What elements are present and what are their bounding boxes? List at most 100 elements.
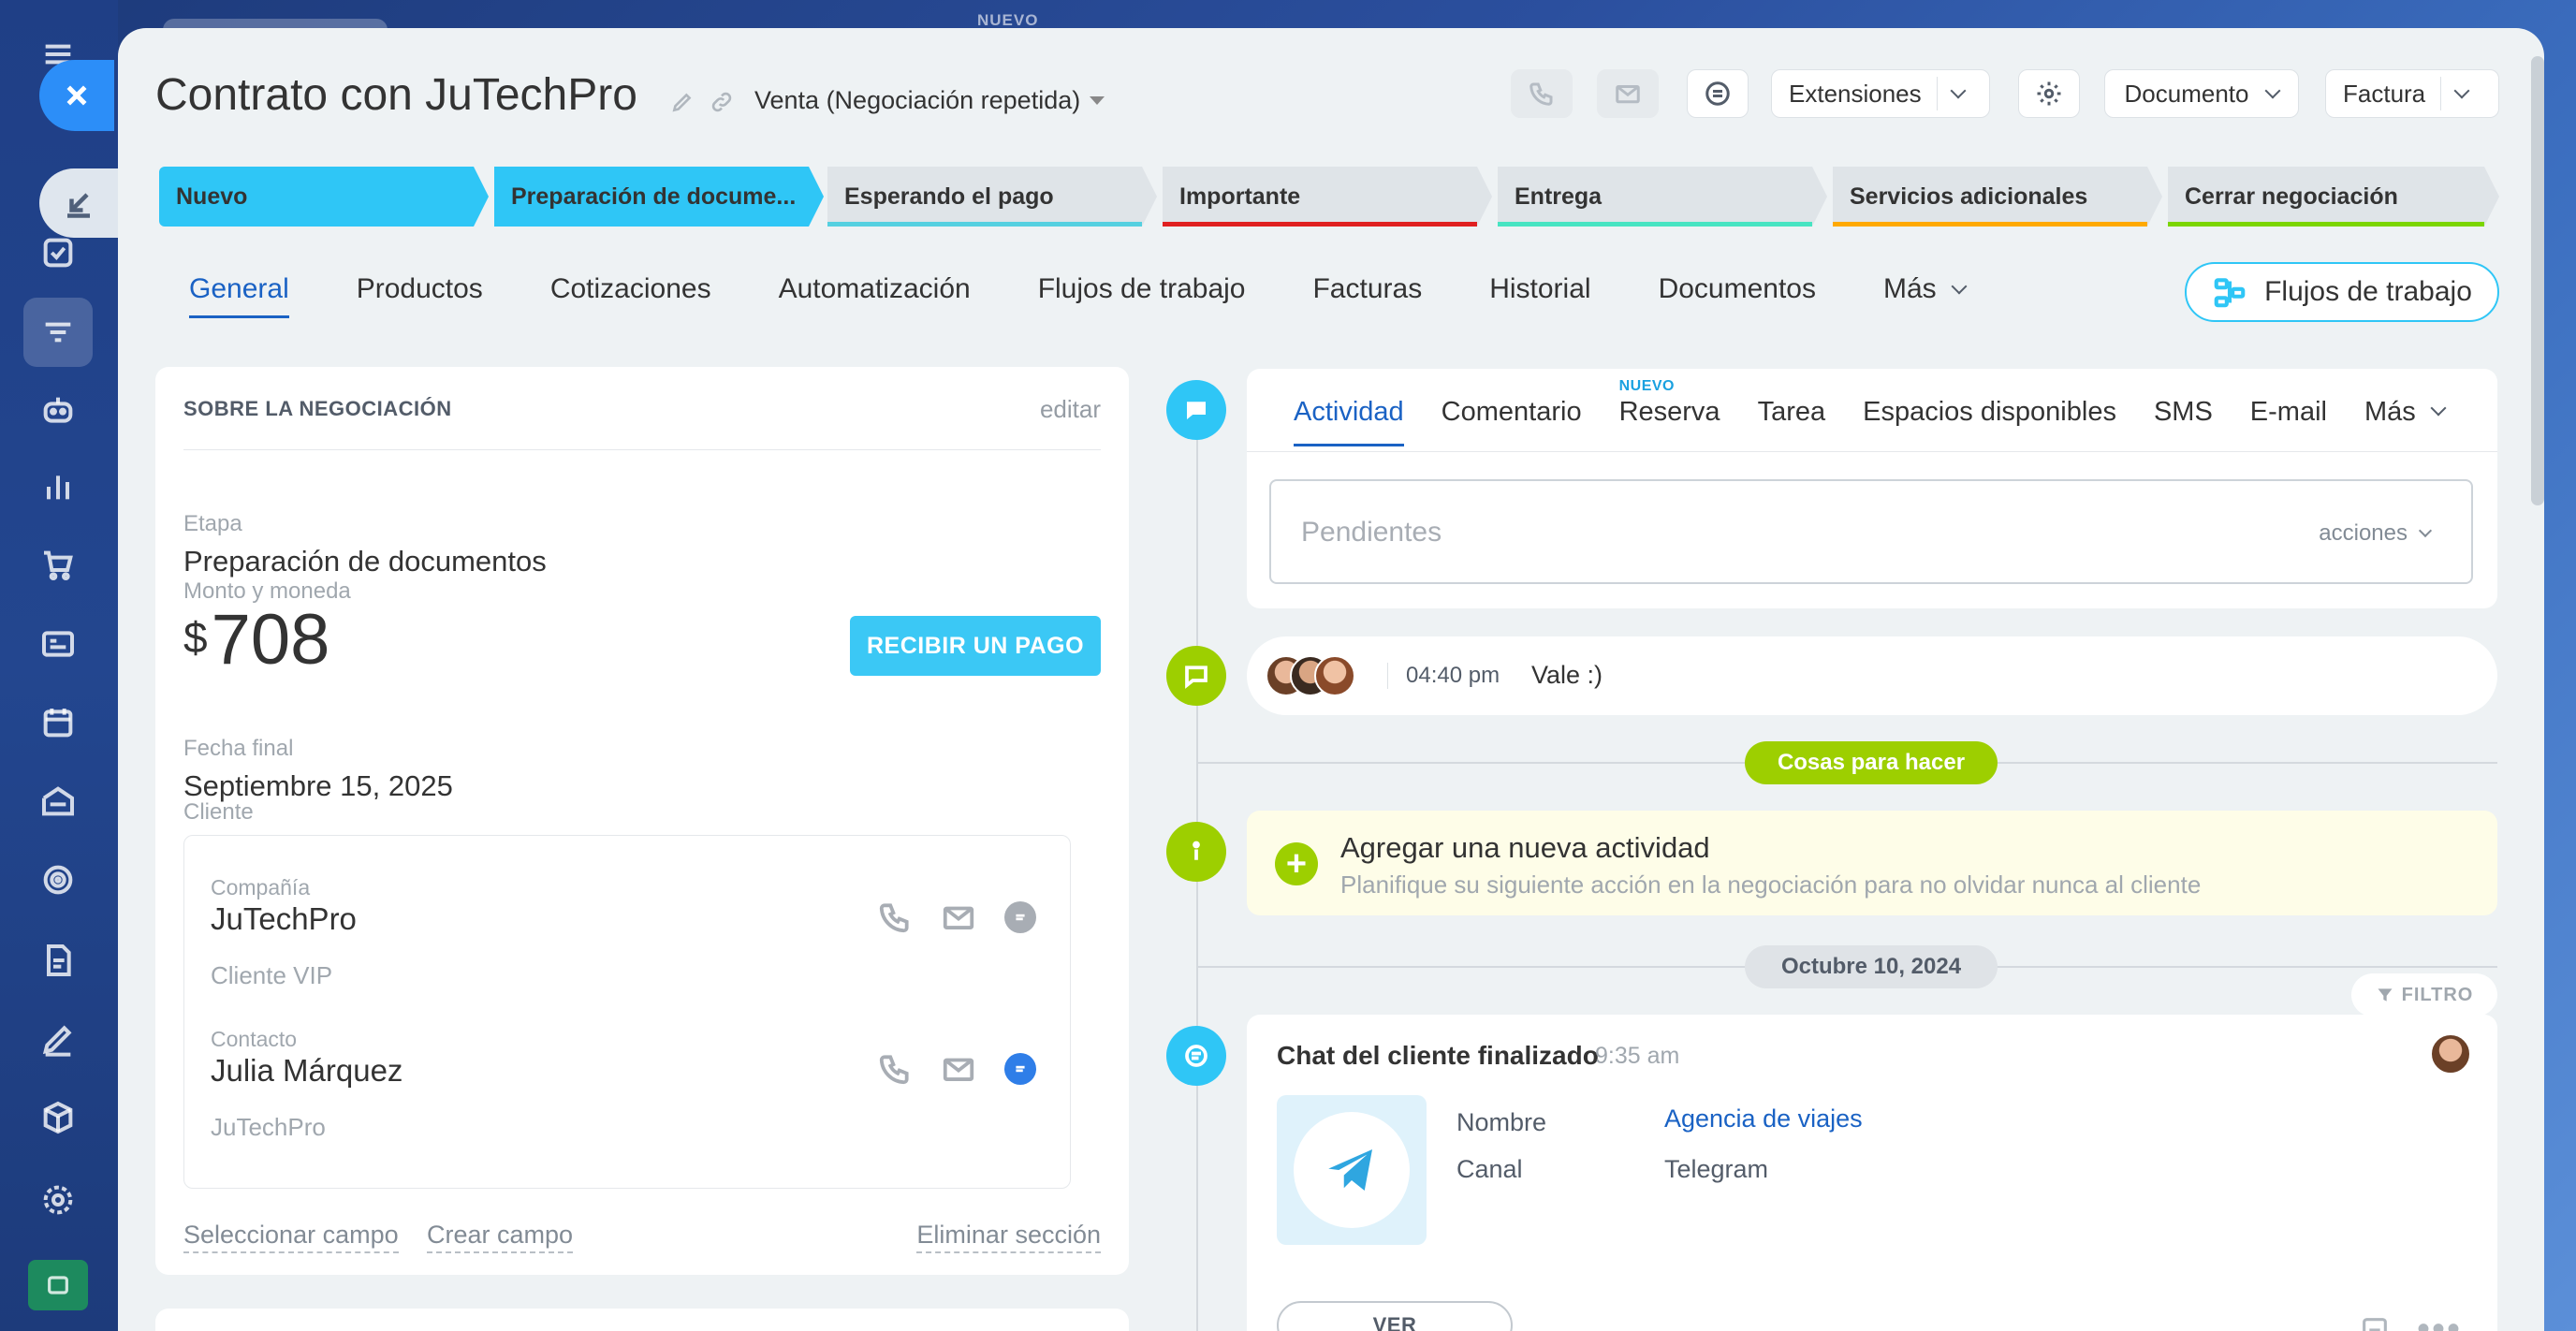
select-field-link[interactable]: Seleccionar campo [183,1221,399,1253]
contact-card-icon[interactable] [36,622,80,666]
analytics-icon[interactable] [36,464,80,509]
tab-history[interactable]: Historial [1489,273,1590,318]
note-icon[interactable] [2359,1314,2391,1331]
tab-more[interactable]: Más [2364,397,2447,446]
comment-item[interactable]: 04:40 pm Vale :) [1247,636,2497,715]
stage-additional-services[interactable]: Servicios adicionales [1833,167,2162,227]
tab-workflows[interactable]: Flujos de trabajo [1038,273,1246,318]
calendar-icon[interactable] [36,700,80,745]
stage-awaiting-payment[interactable]: Esperando el pago [827,167,1157,227]
tab-more[interactable]: Más [1883,273,1968,318]
settings-icon[interactable] [36,1177,80,1222]
name-label: Nombre [1456,1108,1547,1136]
crm-funnel-icon[interactable] [23,298,93,367]
pipeline-selector[interactable]: Venta (Negociación repetida) [754,86,1105,115]
stage-delivery[interactable]: Entrega [1498,167,1827,227]
document-label: Documento [2124,79,2249,108]
chevron-down-icon[interactable] [1950,82,1967,99]
warehouse-icon[interactable] [36,779,80,824]
stage-field-value[interactable]: Preparación de documentos [183,545,547,578]
tab-products[interactable]: Productos [357,273,483,318]
date-pill: Octubre 10, 2024 [1745,945,1998,988]
todo-pill: Cosas para hacer [1745,741,1998,784]
stage-preparation[interactable]: Preparación de docume... [494,167,824,227]
app-icon[interactable] [28,1260,88,1310]
stage-field-label: Etapa [183,511,242,536]
document-button[interactable]: Documento [2104,69,2299,118]
phone-icon[interactable] [877,1051,913,1087]
email-button[interactable] [1597,69,1659,118]
chat-dot [1166,1026,1226,1086]
view-button[interactable]: VER [1277,1301,1513,1331]
mail-icon[interactable] [941,1051,976,1087]
link-icon[interactable] [710,90,734,114]
company-name[interactable]: JuTechPro [211,901,357,937]
scrollbar[interactable] [2531,56,2544,505]
currency-symbol: $ [183,613,208,662]
box-icon[interactable] [36,1095,80,1140]
tab-booking[interactable]: NUEVO Reserva [1619,378,1720,446]
call-button[interactable] [1511,69,1573,118]
edit-section-link[interactable]: editar [1040,395,1101,424]
amount-value[interactable]: $708 [183,599,329,680]
tab-email[interactable]: E-mail [2250,397,2327,446]
info-icon [1193,841,1200,860]
end-date-value[interactable]: Septiembre 15, 2025 [183,769,453,803]
stage-new[interactable]: Nuevo [159,167,489,227]
tab-activity[interactable]: Actividad [1294,397,1404,446]
tab-task[interactable]: Tarea [1758,397,1826,446]
invoice-label: Factura [2343,79,2426,108]
plus-icon[interactable]: + [1275,842,1318,885]
deal-panel: Contrato con JuTechPro Venta (Negociació… [118,28,2544,1331]
chat-icon [1705,81,1730,106]
mail-icon[interactable] [941,900,976,935]
target-icon[interactable] [36,857,80,902]
workflows-button[interactable]: Flujos de trabajo [2185,262,2499,322]
minimize-slider-button[interactable] [39,168,118,238]
end-date-label: Fecha final [183,736,294,761]
stage-color-bar [827,222,1142,227]
pending-input[interactable]: Pendientes acciones [1269,479,2473,584]
invoice-button[interactable]: Factura [2325,69,2499,118]
tab-slots[interactable]: Espacios disponibles [1863,397,2116,446]
channel-label: Canal [1456,1155,1523,1183]
sign-pen-icon[interactable] [36,1017,80,1061]
tab-quotes[interactable]: Cotizaciones [550,273,711,318]
extensions-button[interactable]: Extensiones [1771,69,1990,118]
chat-button[interactable] [1687,69,1749,118]
chevron-down-icon [2264,82,2281,99]
actions-label: acciones [2319,520,2408,546]
stage-important[interactable]: Importante [1163,167,1492,227]
tab-documents[interactable]: Documentos [1659,273,1816,318]
receive-payment-button[interactable]: RECIBIR UN PAGO [850,616,1101,676]
tab-comment[interactable]: Comentario [1442,397,1582,446]
documents-icon[interactable] [36,938,80,983]
more-icon[interactable]: ••• [2417,1309,2462,1331]
close-slider-button[interactable] [39,60,114,131]
extensions-label: Extensiones [1789,79,1922,108]
tab-invoices[interactable]: Facturas [1312,273,1422,318]
delete-section-link[interactable]: Eliminar sección [916,1221,1101,1253]
tab-automation[interactable]: Automatización [779,273,971,318]
tab-general[interactable]: General [189,273,289,318]
settings-button[interactable] [2018,69,2080,118]
edit-pencil-icon[interactable] [670,90,695,114]
create-field-link[interactable]: Crear campo [427,1221,574,1253]
chat-icon[interactable] [1004,1053,1036,1085]
mail-icon [1616,85,1640,104]
robot-icon[interactable] [36,388,80,432]
contact-name[interactable]: Julia Márquez [211,1053,402,1089]
name-value-link[interactable]: Agencia de viajes [1664,1104,1863,1134]
chevron-down-icon[interactable] [2453,82,2470,99]
chat-icon[interactable] [1004,901,1036,933]
add-activity-card[interactable]: + Agregar una nueva actividad Planifique… [1247,811,2497,915]
tab-sms[interactable]: SMS [2154,397,2213,446]
company-actions [877,900,1036,935]
phone-icon[interactable] [877,900,913,935]
section-title: SOBRE LA NEGOCIACIÓN [183,397,452,420]
stage-label: Servicios adicionales [1850,183,2088,210]
cart-icon[interactable] [36,543,80,588]
filter-button[interactable]: FILTRO [2351,973,2497,1017]
actions-dropdown[interactable]: acciones [2319,520,2433,547]
stage-close-deal[interactable]: Cerrar negociación [2168,167,2499,227]
